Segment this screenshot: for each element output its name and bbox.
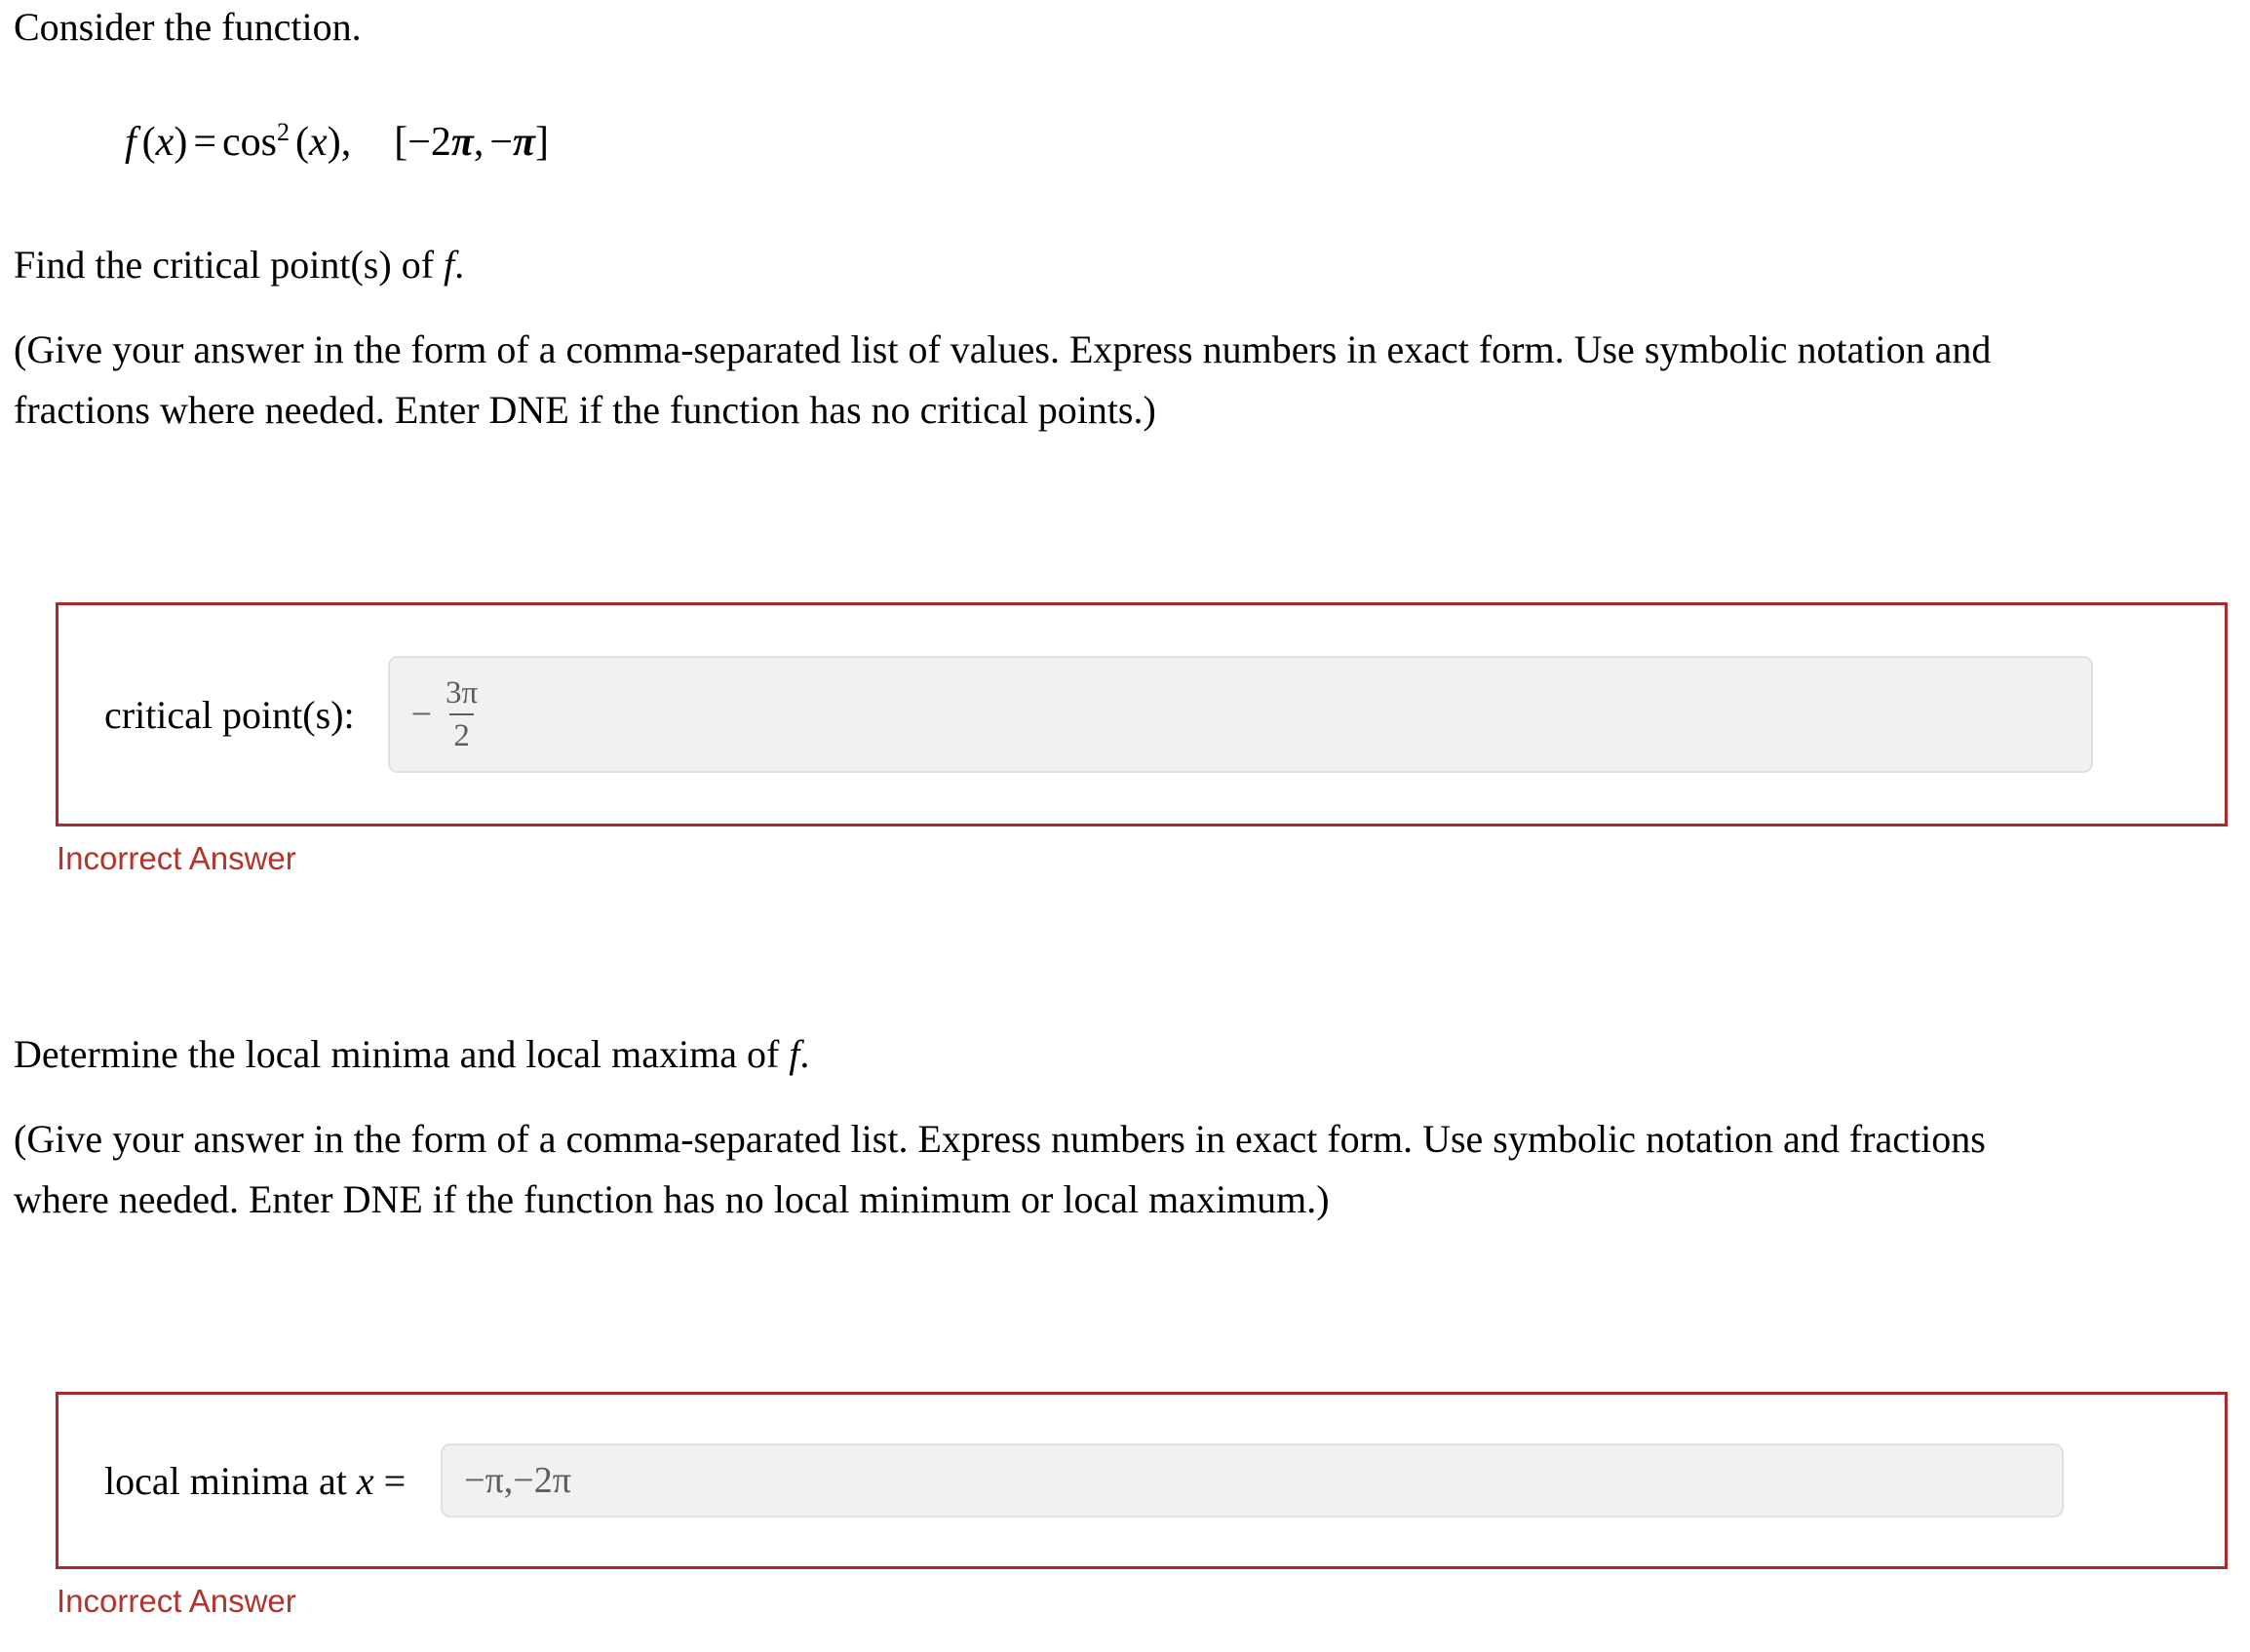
fraction: 3π 2 [442, 675, 482, 753]
formula-arg-close: ) [327, 120, 341, 165]
question2-instructions-line2: where needed. Enter DNE if the function … [14, 1177, 1330, 1221]
critical-points-input[interactable]: − 3π 2 [387, 656, 2093, 773]
answer-row-local-minima: local minima at x = −π,−2π [58, 1443, 2225, 1518]
formula-arg-var: x [309, 120, 328, 165]
question2-prompt-period: . [799, 1032, 810, 1076]
answer-panel-critical-points: critical point(s): − 3π 2 [56, 602, 2228, 826]
formula-close-paren: ) [174, 120, 188, 165]
question2-prompt: Determine the local minima and local max… [14, 1035, 809, 1074]
exercise-page: Consider the function. f (x) = cos2 (x), [−2π… [0, 0, 2250, 1652]
question2-instructions: (Give your answer in the form of a comma… [14, 1109, 2246, 1230]
formula-arg-open: ( [295, 120, 310, 165]
interval-comma: , [473, 120, 485, 165]
formula-comma: , [340, 120, 352, 165]
page-heading: Consider the function. [14, 5, 362, 49]
question1-prompt-text: Find the critical point(s) of [14, 243, 435, 287]
answer-panel-local-minima: local minima at x = −π,−2π [56, 1392, 2228, 1569]
function-formula: f (x) = cos2 (x), [−2π, −π] [125, 119, 549, 166]
interval-open-bracket: [ [394, 120, 408, 165]
formula-equals: = [193, 120, 217, 165]
local-minima-input[interactable]: −π,−2π [441, 1443, 2065, 1518]
local-minima-label: local minima at x = [104, 1458, 406, 1504]
formula-f: f [125, 120, 136, 165]
fraction-denominator: 2 [449, 712, 474, 753]
interval-lower-sign: − [407, 120, 431, 165]
interval-lower-coeff: 2 [430, 120, 451, 165]
local-minima-label-var: x [356, 1458, 374, 1503]
local-minima-label-equals: = [383, 1458, 407, 1503]
critical-points-value: − 3π 2 [390, 675, 483, 753]
fraction-minus-sign: − [410, 694, 433, 735]
answer-row-critical-points: critical point(s): − 3π 2 [58, 656, 2225, 773]
status-badge-critical-points: Incorrect Answer [57, 840, 296, 876]
local-minima-value: −π,−2π [464, 1460, 571, 1501]
formula-open-paren: ( [141, 120, 156, 165]
local-minima-label-text: local minima at [104, 1458, 347, 1503]
formula-cos: cos [222, 120, 278, 165]
fraction-numerator: 3π [446, 675, 479, 711]
question1-instructions-line2: fractions where needed. Enter DNE if the… [14, 388, 1156, 432]
question2-prompt-var: f [789, 1032, 800, 1076]
question1-instructions: (Give your answer in the form of a comma… [14, 320, 2246, 441]
status-badge-local-minima: Incorrect Answer [57, 1583, 296, 1619]
question1-instructions-line1: (Give your answer in the form of a comma… [14, 327, 1992, 371]
formula-exponent: 2 [277, 118, 291, 146]
critical-points-fraction: − 3π 2 [411, 675, 483, 753]
interval-upper-sign: − [489, 120, 513, 165]
question2-prompt-text: Determine the local minima and local max… [14, 1032, 780, 1076]
interval-upper-pi: π [513, 120, 535, 165]
critical-points-label: critical point(s): [104, 692, 355, 737]
question2-instructions-line1: (Give your answer in the form of a comma… [14, 1117, 1986, 1161]
question1-prompt-var: f [444, 243, 455, 287]
interval-close-bracket: ] [534, 120, 549, 165]
formula-var: x [155, 120, 175, 165]
question1-prompt-period: . [454, 243, 465, 287]
question1-prompt: Find the critical point(s) of f. [14, 246, 464, 285]
interval-lower-pi: π [450, 120, 474, 165]
